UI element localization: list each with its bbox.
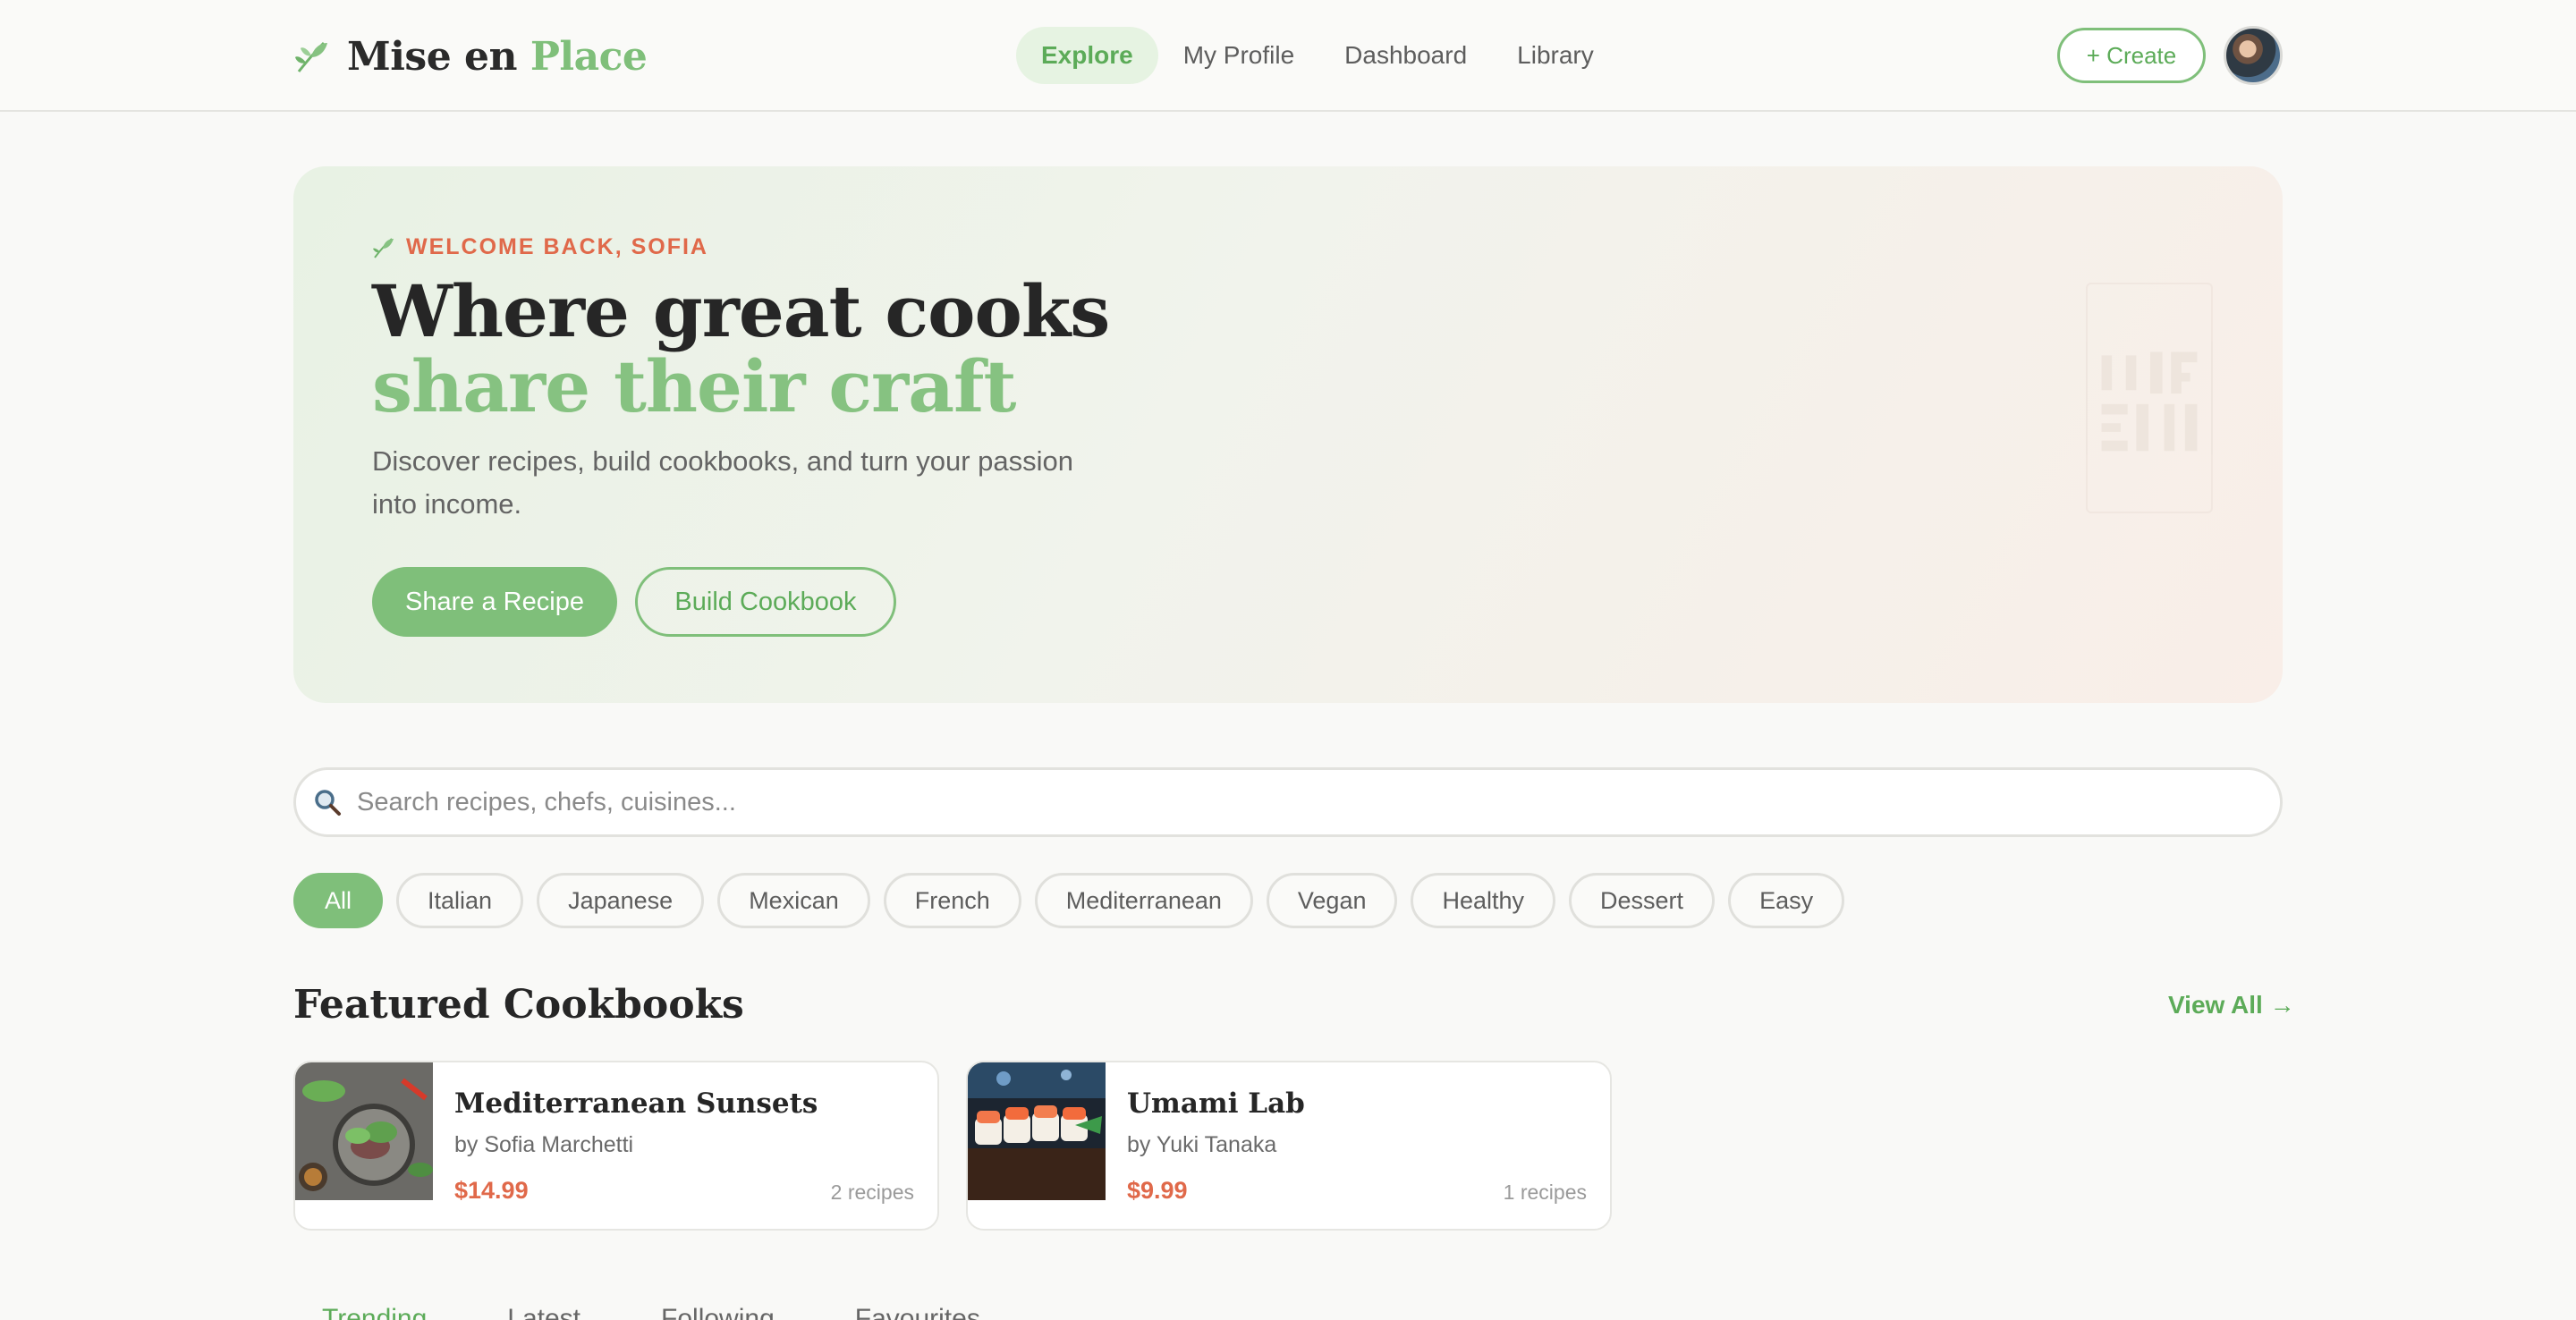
chip-japanese[interactable]: Japanese	[537, 873, 705, 928]
cookbook-recipe-count: 1 recipes	[1503, 1180, 1587, 1204]
nav-explore[interactable]: Explore	[1016, 27, 1158, 84]
cookbook-title: Umami Lab	[1127, 1087, 1305, 1120]
search-input[interactable]	[357, 787, 2235, 817]
main-nav: Explore My Profile Dashboard Library	[1016, 27, 1619, 84]
nav-library[interactable]: Library	[1492, 27, 1619, 84]
chip-french[interactable]: French	[883, 873, 1021, 928]
avatar[interactable]	[2224, 26, 2283, 85]
brand-name-part1: Mise en	[347, 33, 518, 80]
brand-logo[interactable]: Mise en Place	[293, 29, 648, 84]
chip-healthy[interactable]: Healthy	[1411, 873, 1556, 928]
share-recipe-button[interactable]: Share a Recipe	[372, 567, 617, 637]
cookbook-card[interactable]: Umami Lab by Yuki Tanaka $9.99 1 recipes	[966, 1061, 1612, 1231]
feed-tabs: Trending Latest Following Favourites	[322, 1304, 980, 1320]
tab-following[interactable]: Following	[661, 1304, 775, 1320]
tab-latest[interactable]: Latest	[507, 1304, 580, 1320]
leaf-icon	[295, 41, 327, 72]
nav-my-profile[interactable]: My Profile	[1158, 27, 1319, 84]
cuisine-filter-chips: All Italian Japanese Mexican French Medi…	[293, 873, 1845, 928]
cookbook-price: $14.99	[454, 1177, 529, 1204]
cookbook-cover-image	[968, 1062, 1106, 1200]
view-all-link[interactable]: View All →	[2168, 991, 2295, 1020]
cookbook-cover-image	[295, 1062, 433, 1200]
cookbook-author: by Yuki Tanaka	[1127, 1132, 1277, 1157]
chip-vegan[interactable]: Vegan	[1266, 873, 1398, 928]
hero-title: Where great cooks	[372, 269, 1110, 353]
welcome-eyebrow: WELCOME BACK, SOFIA	[372, 234, 708, 260]
cookbook-recipe-count: 2 recipes	[830, 1180, 914, 1204]
top-navbar: Mise en Place Explore My Profile Dashboa…	[0, 0, 2576, 112]
chip-mediterranean[interactable]: Mediterranean	[1034, 873, 1253, 928]
tab-favourites[interactable]: Favourites	[855, 1304, 980, 1320]
chip-dessert[interactable]: Dessert	[1569, 873, 1716, 928]
brand-name: Mise en Place	[347, 33, 648, 80]
cookbook-author: by Sofia Marchetti	[454, 1132, 634, 1157]
hero-subtitle: Discover recipes, build cookbooks, and t…	[372, 445, 1074, 520]
chip-all[interactable]: All	[293, 873, 384, 928]
build-cookbook-button[interactable]: Build Cookbook	[635, 567, 896, 637]
leaf-icon	[373, 237, 394, 258]
cookbook-price: $9.99	[1127, 1177, 1188, 1204]
search-icon	[315, 790, 341, 816]
search-bar[interactable]	[293, 767, 2283, 837]
welcome-text: WELCOME BACK, SOFIA	[406, 234, 708, 259]
chip-mexican[interactable]: Mexican	[717, 873, 870, 928]
chip-italian[interactable]: Italian	[396, 873, 524, 928]
section-title: Featured Cookbooks	[293, 982, 744, 1028]
hero-title-accent: share their craft	[372, 344, 1016, 428]
cookbook-title: Mediterranean Sunsets	[454, 1087, 818, 1120]
hero-banner: WELCOME BACK, SOFIA Where great cooks sh…	[293, 166, 2283, 703]
cookbook-card[interactable]: Mediterranean Sunsets by Sofia Marchetti…	[293, 1061, 939, 1231]
brand-name-part2: Place	[530, 33, 648, 80]
decorative-glyph-icon	[2086, 283, 2213, 513]
chip-easy[interactable]: Easy	[1728, 873, 1845, 928]
create-button[interactable]: + Create	[2057, 28, 2206, 83]
nav-dashboard[interactable]: Dashboard	[1319, 27, 1492, 84]
tab-trending[interactable]: Trending	[322, 1304, 427, 1320]
